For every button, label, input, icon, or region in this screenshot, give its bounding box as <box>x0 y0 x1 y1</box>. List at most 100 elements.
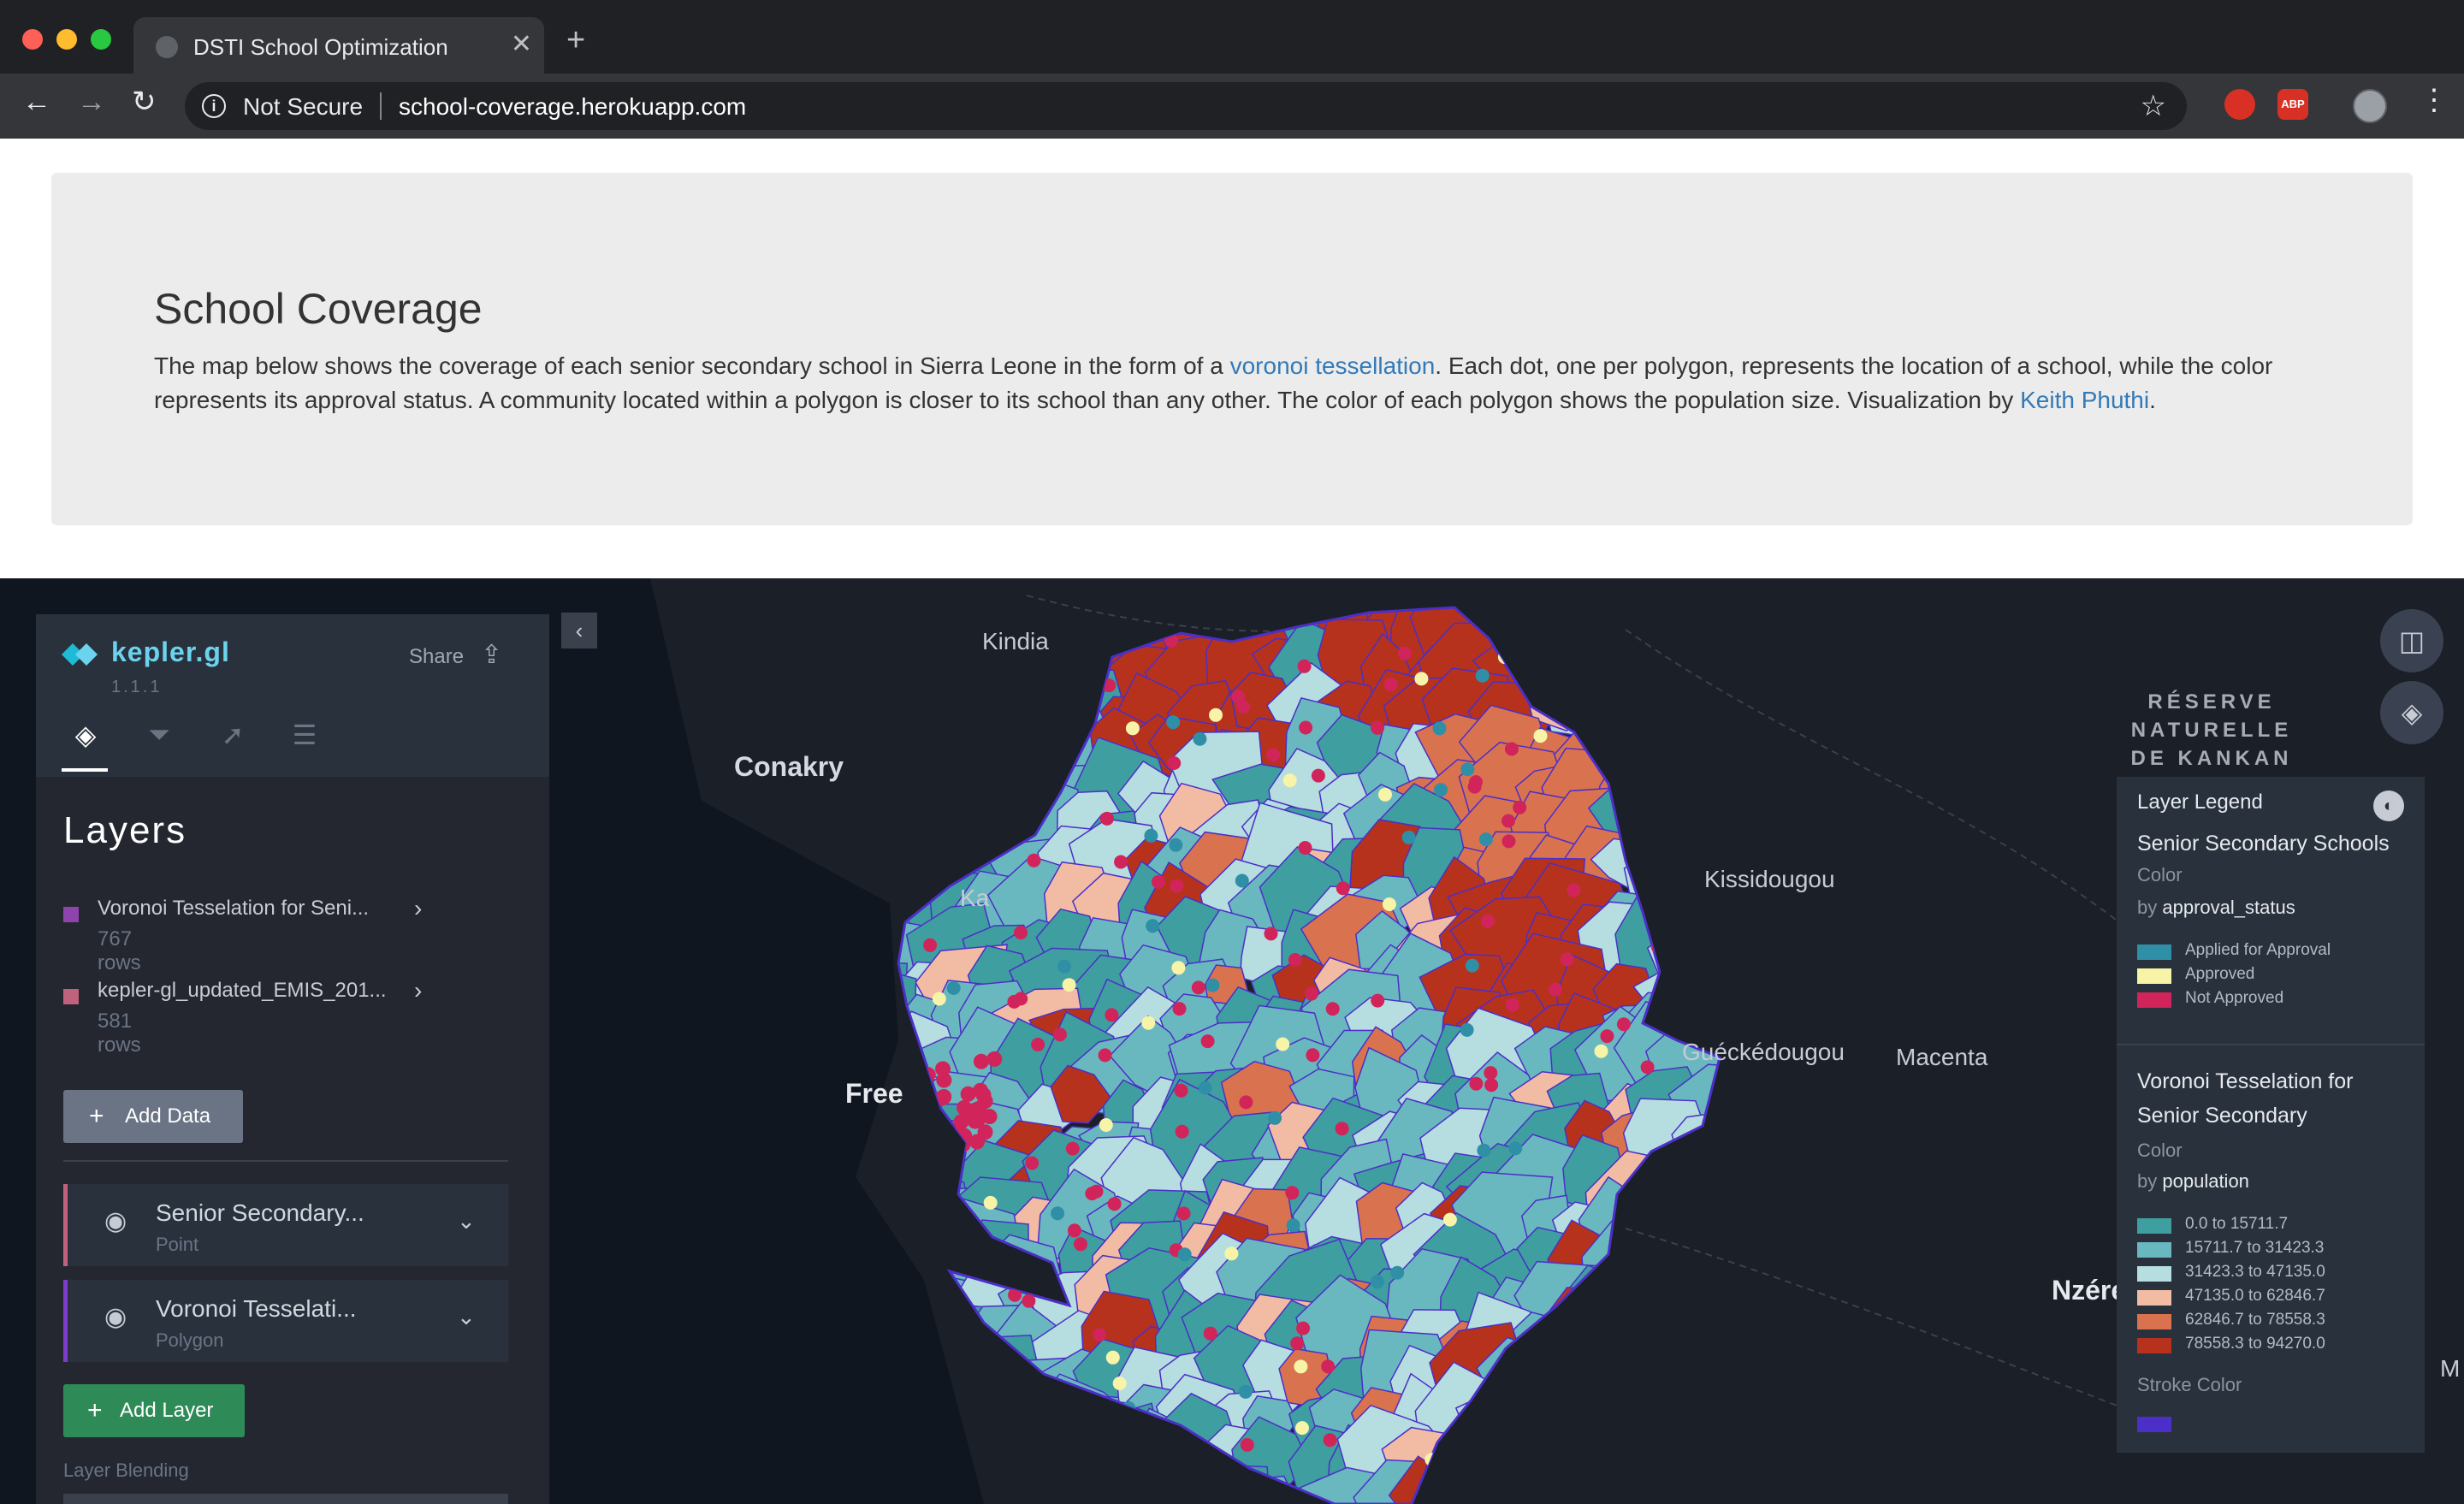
school-dot[interactable] <box>1144 828 1158 843</box>
school-dot[interactable] <box>1299 720 1313 735</box>
add-data-button[interactable]: + Add Data <box>63 1090 243 1143</box>
school-dot[interactable] <box>1205 978 1220 992</box>
layers-icon[interactable]: ◈ <box>68 719 103 751</box>
school-dot[interactable] <box>1074 1237 1087 1252</box>
reload-icon[interactable]: ↻ <box>132 87 157 116</box>
school-dot[interactable] <box>1282 773 1297 788</box>
school-dot[interactable] <box>1401 830 1416 844</box>
browser-tab[interactable]: DSTI School Optimization ✕ <box>133 17 544 74</box>
school-dot[interactable] <box>1176 1206 1191 1221</box>
school-dot[interactable] <box>1484 1066 1498 1081</box>
school-dot[interactable] <box>1533 729 1548 743</box>
close-tab-icon[interactable]: ✕ <box>511 29 532 59</box>
address-bar[interactable]: i Not Secure school-coverage.herokuapp.c… <box>185 82 2187 130</box>
school-dot[interactable] <box>1065 1141 1080 1156</box>
school-dot[interactable] <box>1177 1247 1192 1262</box>
school-dot[interactable] <box>973 1082 988 1098</box>
school-dot[interactable] <box>1191 980 1205 995</box>
school-dot[interactable] <box>1560 952 1574 967</box>
school-dot[interactable] <box>1294 1359 1308 1374</box>
adblock-icon[interactable]: ABP <box>2277 89 2308 120</box>
chevron-right-icon[interactable]: › <box>414 977 422 1004</box>
school-dot[interactable] <box>1298 841 1312 855</box>
school-dot[interactable] <box>1169 838 1183 852</box>
school-dot[interactable] <box>1371 720 1384 735</box>
school-dot[interactable] <box>1398 646 1412 660</box>
school-dot[interactable] <box>1276 1037 1290 1051</box>
school-dot[interactable] <box>946 981 961 995</box>
school-dot[interactable] <box>1062 978 1076 992</box>
split-map-icon[interactable]: ◫ <box>2380 609 2443 672</box>
school-dot[interactable] <box>1203 1326 1217 1341</box>
close-window-button[interactable] <box>22 29 43 50</box>
menu-icon[interactable]: ⋮ <box>2420 86 2449 115</box>
school-dot[interactable] <box>1027 853 1041 867</box>
school-dot[interactable] <box>932 992 946 1006</box>
school-dot[interactable] <box>1014 992 1028 1006</box>
school-dot[interactable] <box>1112 1377 1127 1390</box>
school-dot[interactable] <box>1475 668 1490 683</box>
school-dot[interactable] <box>1167 756 1182 770</box>
school-dot[interactable] <box>1460 762 1475 777</box>
school-dot[interactable] <box>1336 881 1350 896</box>
school-dot[interactable] <box>1099 811 1114 826</box>
school-dot[interactable] <box>1238 1384 1253 1399</box>
school-dot[interactable] <box>1236 700 1251 714</box>
school-dot[interactable] <box>1335 1122 1349 1136</box>
school-dot[interactable] <box>1067 1223 1081 1238</box>
map-style-icon[interactable]: ☰ <box>287 719 322 751</box>
school-dot[interactable] <box>1022 1294 1036 1308</box>
school-dot[interactable] <box>1600 1029 1614 1044</box>
author-link[interactable]: Keith Phuthi <box>2020 387 2149 413</box>
school-dot[interactable] <box>935 1061 951 1077</box>
school-dot[interactable] <box>1297 659 1312 673</box>
school-dot[interactable] <box>1467 779 1482 794</box>
filter-icon[interactable]: ⏷ <box>142 719 176 751</box>
school-dot[interactable] <box>1288 953 1302 967</box>
school-dot[interactable] <box>1286 1218 1300 1233</box>
school-dot[interactable] <box>1477 1143 1491 1158</box>
school-dot[interactable] <box>1093 1328 1107 1342</box>
school-dot[interactable] <box>1098 1048 1112 1063</box>
info-icon[interactable]: i <box>202 94 226 118</box>
school-dot[interactable] <box>1174 1083 1188 1098</box>
school-dot[interactable] <box>1323 1433 1337 1448</box>
minimize-window-button[interactable] <box>56 29 77 50</box>
school-dot[interactable] <box>1640 1060 1655 1075</box>
school-dot[interactable] <box>1502 834 1516 849</box>
school-dot[interactable] <box>1371 1275 1384 1289</box>
school-dot[interactable] <box>1268 1110 1282 1125</box>
school-dot[interactable] <box>1567 883 1581 897</box>
blending-select[interactable]: normal <box>63 1494 508 1504</box>
3d-view-icon[interactable]: ◈ <box>2380 681 2443 744</box>
school-dot[interactable] <box>1306 1048 1320 1063</box>
collapse-panel-icon[interactable]: ‹ <box>561 613 597 648</box>
school-dot[interactable] <box>1193 731 1207 746</box>
school-dot[interactable] <box>986 1051 1003 1067</box>
school-dot[interactable] <box>1508 1141 1523 1156</box>
new-tab-icon[interactable]: + <box>566 24 585 56</box>
zoom-window-button[interactable] <box>91 29 111 50</box>
chevron-down-icon[interactable]: ⌄ <box>457 1304 476 1330</box>
school-dot[interactable] <box>1432 721 1447 736</box>
school-dot[interactable] <box>1051 1206 1065 1221</box>
school-dot[interactable] <box>1481 914 1495 928</box>
school-dot[interactable] <box>1304 986 1318 1001</box>
school-dot[interactable] <box>1125 721 1140 736</box>
school-dot[interactable] <box>1107 1197 1122 1211</box>
eye-icon[interactable]: ◉ <box>104 1302 127 1332</box>
school-dot[interactable] <box>1460 1022 1474 1037</box>
school-dot[interactable] <box>923 938 938 952</box>
school-dot[interactable] <box>1085 1187 1099 1201</box>
school-dot[interactable] <box>1105 1350 1120 1365</box>
school-dot[interactable] <box>1414 672 1429 686</box>
school-dot[interactable] <box>1200 1034 1215 1049</box>
school-dot[interactable] <box>1057 959 1071 974</box>
school-dot[interactable] <box>1484 1078 1499 1092</box>
school-dot[interactable] <box>1285 1186 1300 1200</box>
school-dot[interactable] <box>1616 1017 1631 1032</box>
school-dot[interactable] <box>1166 715 1181 730</box>
school-dot[interactable] <box>1266 748 1281 762</box>
school-dot[interactable] <box>1382 897 1396 911</box>
school-dot[interactable] <box>1505 998 1519 1012</box>
